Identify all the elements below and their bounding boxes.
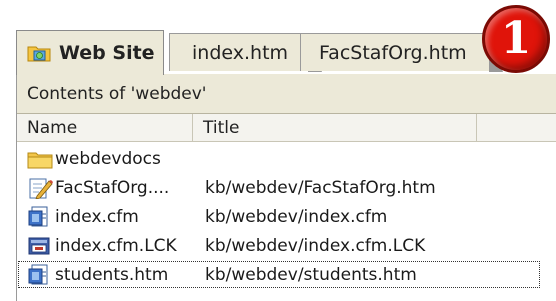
contents-label: Contents of 'webdev' <box>27 83 207 104</box>
file-title: kb/webdev/index.cfm.LCK <box>205 235 426 256</box>
file-title: kb/webdev/FacStafOrg.htm <box>205 177 436 198</box>
web-site-panel-screenshot: Web Site index.htm FacStafOrg.htm 1 Cont… <box>0 0 556 301</box>
name-cell: students.htm <box>27 264 168 286</box>
folder-icon <box>27 148 53 170</box>
callout-number-badge: 1 <box>482 5 550 73</box>
tab-web-site[interactable]: Web Site <box>16 30 164 75</box>
html-file-icon <box>27 264 53 286</box>
name-cell: webdevdocs <box>27 148 161 170</box>
file-name: index.cfm <box>55 206 139 227</box>
tab-facstaforg-htm[interactable]: FacStafOrg.htm <box>300 33 503 72</box>
list-item-index-cfm-lck[interactable]: index.cfm.LCK kb/webdev/index.cfm.LCK <box>17 231 556 260</box>
tab-label: FacStafOrg.htm <box>319 41 467 64</box>
file-list: webdevdocs FacStafOrg.... kb/webdev/FacS… <box>17 144 556 289</box>
list-item-webdevdocs[interactable]: webdevdocs <box>17 144 556 173</box>
badge-number: 1 <box>500 13 532 64</box>
file-title: kb/webdev/students.htm <box>205 264 417 285</box>
list-item-facstaforg[interactable]: FacStafOrg.... kb/webdev/FacStafOrg.htm <box>17 173 556 202</box>
file-title: kb/webdev/index.cfm <box>205 206 388 227</box>
tab-label: index.htm <box>192 41 289 64</box>
tab-label: Web Site <box>59 42 155 64</box>
file-name: webdevdocs <box>55 148 161 169</box>
column-header-title-label: Title <box>203 117 240 138</box>
file-name: index.cfm.LCK <box>55 235 177 256</box>
name-cell: index.cfm.LCK <box>27 235 177 257</box>
tab-strip: Web Site index.htm FacStafOrg.htm <box>16 30 556 75</box>
contents-label-bar: Contents of 'webdev' <box>17 74 556 114</box>
column-header-title[interactable]: Title <box>193 114 477 141</box>
html-edit-icon <box>27 177 53 199</box>
website-icon <box>27 44 51 62</box>
name-cell: FacStafOrg.... <box>27 177 169 199</box>
file-list-panel: Contents of 'webdev' Name Title webdevdo… <box>16 74 556 301</box>
column-header-name-label: Name <box>27 117 78 138</box>
name-cell: index.cfm <box>27 206 139 228</box>
list-item-index-cfm[interactable]: index.cfm kb/webdev/index.cfm <box>17 202 556 231</box>
column-header-row: Name Title <box>17 114 556 142</box>
column-header-name[interactable]: Name <box>17 114 193 141</box>
list-item-students-htm[interactable]: students.htm kb/webdev/students.htm <box>17 260 541 289</box>
file-name: FacStafOrg.... <box>55 177 170 198</box>
cfm-file-icon <box>27 206 53 228</box>
file-name: students.htm <box>55 264 169 285</box>
lock-file-icon <box>27 235 53 257</box>
tab-index-htm[interactable]: index.htm <box>169 33 322 72</box>
